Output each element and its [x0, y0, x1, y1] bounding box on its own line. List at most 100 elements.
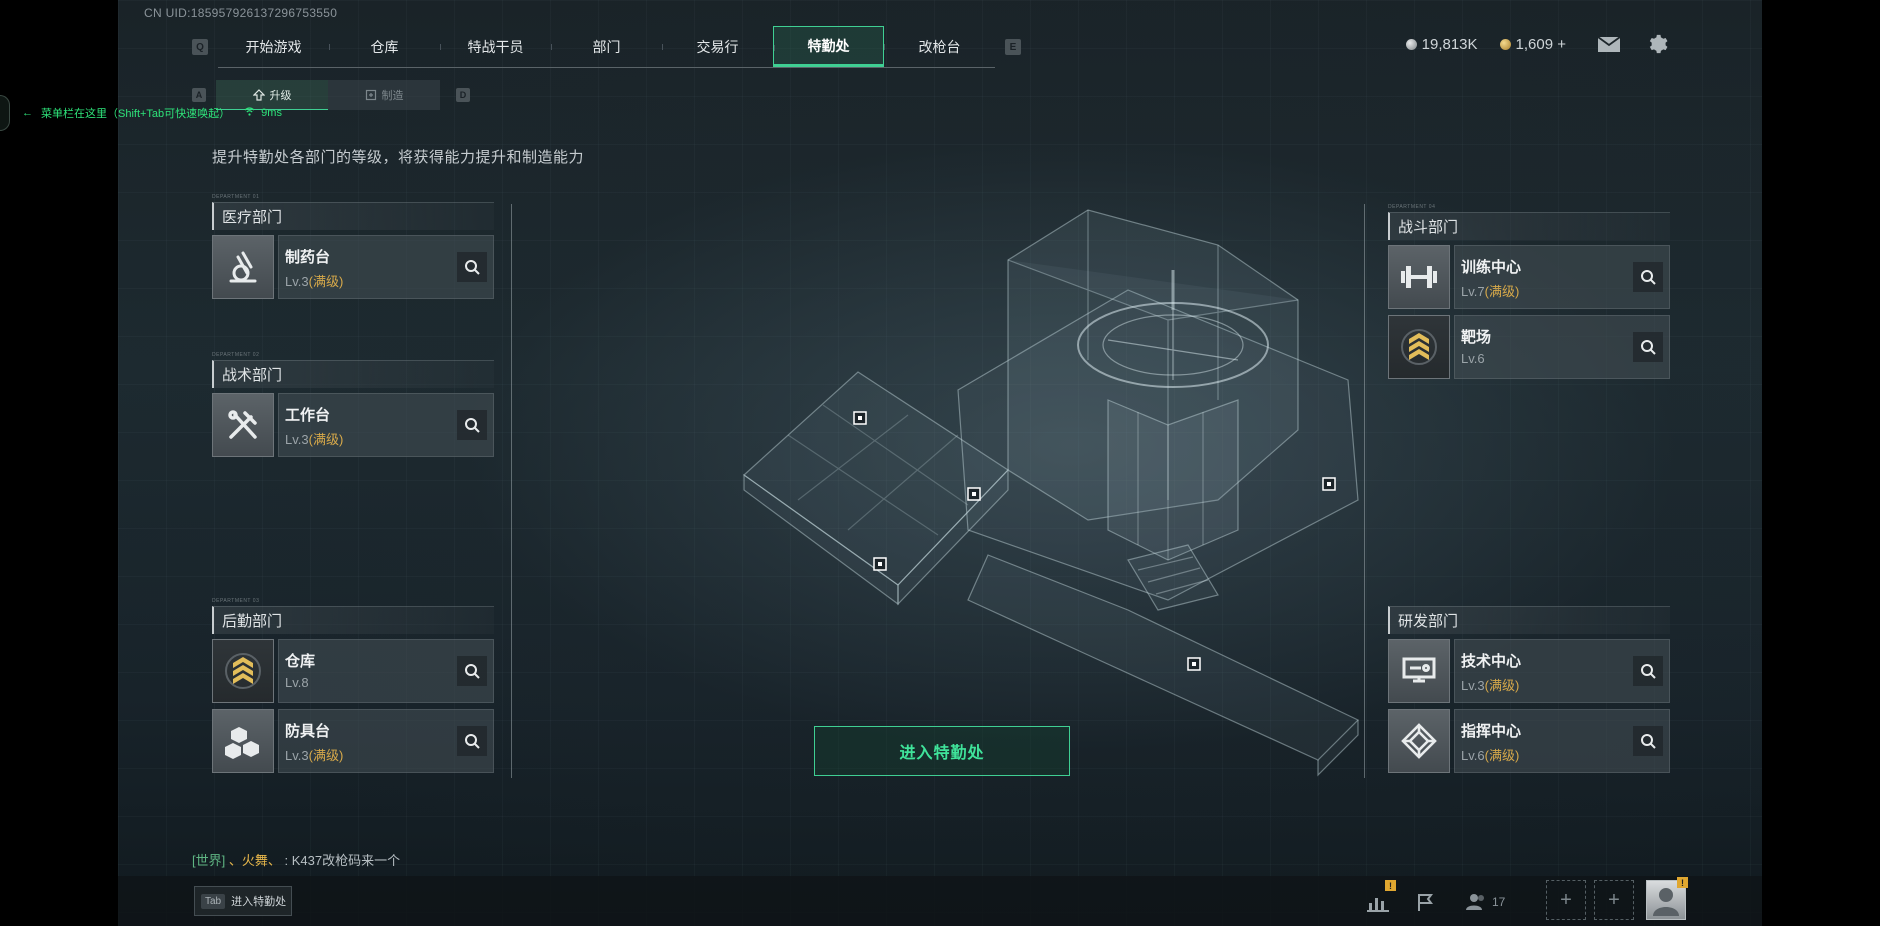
dept-tag: DEPARTMENT 02 — [212, 352, 260, 358]
facility-shooting-range[interactable]: 靶场 Lv.6 — [1388, 315, 1670, 379]
add-teammate-button[interactable]: + — [1546, 880, 1586, 920]
chat-sender: 、火舞、 — [228, 853, 281, 868]
flag-icon[interactable] — [1408, 886, 1444, 918]
alert-badge: ! — [1677, 877, 1688, 888]
facility-training-center[interactable]: 训练中心 Lv.7(满级) — [1388, 245, 1670, 309]
enter-special-ops-button[interactable]: 进入特勤处 — [814, 726, 1070, 776]
alert-badge: ! — [1385, 880, 1396, 891]
tab-key-badge: Tab — [201, 893, 226, 909]
silver-amount: 19,813K — [1421, 36, 1478, 53]
facility-card: 技术中心 Lv.3(满级) — [1454, 639, 1670, 703]
chat-message: : K437改枪码来一个 — [284, 853, 401, 868]
ping-value: 9ms — [261, 107, 282, 119]
silver-currency[interactable]: 19,813K — [1405, 36, 1478, 53]
special-ops-building-model[interactable] — [608, 200, 1368, 800]
tab-departments[interactable]: 部门 — [551, 26, 662, 67]
microscope-icon — [212, 235, 274, 299]
max-level-tag: (满级) — [1484, 284, 1520, 299]
avatar[interactable]: ! — [1646, 877, 1688, 920]
craft-icon — [365, 89, 376, 101]
facility-workbench[interactable]: 工作台 Lv.3(满级) — [212, 393, 494, 457]
tab-enter-hint[interactable]: Tab 进入特勤处 — [194, 886, 292, 916]
add-teammate-button[interactable]: + — [1594, 880, 1634, 920]
dept-title: 后勤部门 — [212, 606, 494, 634]
dumbbell-icon — [1388, 245, 1450, 309]
upgrade-icon — [252, 88, 265, 101]
facility-card: 制药台 Lv.3(满级) — [278, 235, 494, 299]
level-value: Lv.6 — [1461, 748, 1485, 763]
menu-handle[interactable] — [0, 95, 10, 131]
search-icon[interactable] — [1633, 262, 1663, 292]
dept-tag: DEPARTMENT 03 — [212, 598, 260, 604]
wifi-icon — [244, 107, 255, 119]
facility-armor-bench[interactable]: 防具台 Lv.3(满级) — [212, 709, 494, 773]
dept-title: 战术部门 — [212, 360, 494, 388]
tab-start-game[interactable]: 开始游戏 — [218, 26, 329, 67]
search-icon[interactable] — [457, 726, 487, 756]
party-members[interactable]: 17 — [1466, 886, 1518, 918]
max-level-tag: (满级) — [308, 432, 344, 447]
subnav-next-key[interactable]: D — [456, 88, 470, 102]
currency-bar: 19,813K 1,609 + — [1405, 36, 1566, 53]
nav-next-key[interactable]: E — [1005, 39, 1021, 55]
search-icon[interactable] — [1633, 656, 1663, 686]
left-divider — [511, 204, 512, 778]
stats-chart-icon[interactable]: ! — [1360, 880, 1396, 918]
party-count: 17 — [1492, 895, 1506, 909]
search-icon[interactable] — [457, 656, 487, 686]
facility-tech-center[interactable]: 技术中心 Lv.3(满级) — [1388, 639, 1670, 703]
dept-logistics: DEPARTMENT 03 后勤部门 仓库 Lv.8 防具台 Lv.3(满级) — [212, 598, 494, 779]
facility-card: 靶场 Lv.6 — [1454, 315, 1670, 379]
facility-card: 训练中心 Lv.7(满级) — [1454, 245, 1670, 309]
settings-gear-icon[interactable] — [1644, 33, 1670, 55]
gold-amount: 1,609 + — [1515, 36, 1566, 53]
tab-craft[interactable]: 制造 — [328, 80, 440, 110]
facility-card: 指挥中心 Lv.6(满级) — [1454, 709, 1670, 773]
tech-terminal-icon — [1388, 639, 1450, 703]
chevron-rank-icon — [212, 639, 274, 703]
arrow-left-icon: ← — [22, 107, 33, 119]
max-level-tag: (满级) — [1484, 678, 1520, 693]
chat-line[interactable]: [世界] 、火舞、 : K437改枪码来一个 — [192, 850, 400, 869]
top-nav: Q 开始游戏 仓库 特战干员 部门 交易行 特勤处 改枪台 E — [192, 26, 1021, 68]
tab-market[interactable]: 交易行 — [662, 26, 773, 67]
level-value: Lv.3 — [285, 432, 309, 447]
gold-coin-icon — [1499, 39, 1511, 50]
dept-tag: DEPARTMENT 04 — [1388, 204, 1436, 210]
max-level-tag: (满级) — [308, 748, 344, 763]
facility-card: 防具台 Lv.3(满级) — [278, 709, 494, 773]
dept-combat: DEPARTMENT 04 战斗部门 训练中心 Lv.7(满级) 靶场 Lv.6 — [1388, 204, 1670, 385]
max-level-tag: (满级) — [308, 274, 344, 289]
facility-pharmacy[interactable]: 制药台 Lv.3(满级) — [212, 235, 494, 299]
facility-storage[interactable]: 仓库 Lv.8 — [212, 639, 494, 703]
level-value: Lv.3 — [1461, 678, 1485, 693]
hammer-wrench-icon — [212, 393, 274, 457]
facility-card: 工作台 Lv.3(满级) — [278, 393, 494, 457]
level-value: Lv.3 — [285, 748, 309, 763]
subnav-prev-key[interactable]: A — [192, 88, 206, 102]
game-screen: CN UID:1859579261372967535​50 Q 开始游戏 仓库 … — [118, 0, 1762, 926]
boxes-icon — [212, 709, 274, 773]
search-icon[interactable] — [1633, 726, 1663, 756]
silver-coin-icon — [1405, 39, 1417, 50]
level-value: Lv.7 — [1461, 284, 1485, 299]
tab-warehouse[interactable]: 仓库 — [329, 26, 440, 67]
facility-card: 仓库 Lv.8 — [278, 639, 494, 703]
dept-tactical: DEPARTMENT 02 战术部门 工作台 Lv.3(满级) — [212, 352, 494, 463]
search-icon[interactable] — [1633, 332, 1663, 362]
menu-hint-overlay[interactable]: ← 菜单栏在这里（Shift+Tab可快速唤起） 9ms — [0, 95, 282, 131]
page-description: 提升特勤处各部门的等级，将获得能力提升和制造能力 — [212, 149, 585, 166]
tab-gunsmith[interactable]: 改枪台 — [884, 26, 995, 67]
search-icon[interactable] — [457, 410, 487, 440]
level-value: Lv.3 — [285, 274, 309, 289]
nav-prev-key[interactable]: Q — [192, 39, 208, 55]
player-uid: CN UID:1859579261372967535​50 — [144, 6, 338, 20]
dept-title: 医疗部门 — [212, 202, 494, 230]
gold-currency[interactable]: 1,609 + — [1499, 36, 1566, 53]
tab-operators[interactable]: 特战干员 — [440, 26, 551, 67]
search-icon[interactable] — [457, 252, 487, 282]
tab-special-ops[interactable]: 特勤处 — [773, 26, 884, 67]
facility-command-center[interactable]: 指挥中心 Lv.6(满级) — [1388, 709, 1670, 773]
mail-icon[interactable] — [1596, 33, 1622, 55]
tab-upgrade-label: 升级 — [269, 89, 292, 102]
